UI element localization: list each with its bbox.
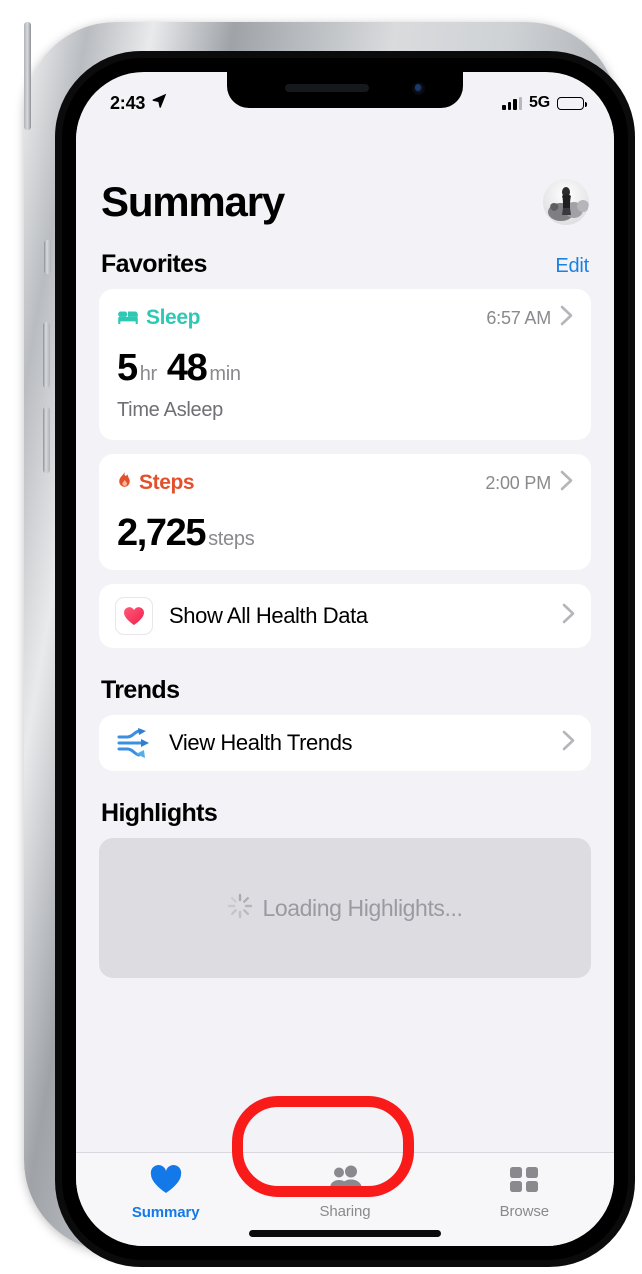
flame-icon	[117, 470, 132, 496]
value-unit: hr	[139, 363, 157, 385]
card-value: 5 hr 48 min	[117, 349, 573, 387]
card-category: Steps	[117, 470, 195, 496]
highlights-loading-placeholder: Loading Highlights...	[99, 838, 591, 978]
home-indicator[interactable]	[249, 1230, 441, 1237]
value-unit: steps	[208, 528, 255, 550]
edit-favorites-button[interactable]: Edit	[555, 255, 589, 278]
power-button[interactable]	[24, 22, 31, 130]
front-camera-icon	[412, 82, 425, 95]
highlights-title: Highlights	[101, 799, 218, 827]
card-header: Steps 2:00 PM	[117, 470, 573, 496]
earpiece-speaker-icon	[285, 84, 369, 92]
iphone-device-frame: 2:43 5G Summary Favorites Edit Sleep 6:5…	[24, 22, 635, 1267]
page-header: Summary	[99, 120, 591, 236]
card-category-label: Steps	[139, 471, 195, 494]
location-arrow-icon	[151, 92, 168, 114]
mute-switch-button[interactable]	[44, 240, 51, 274]
notch	[227, 72, 463, 108]
trends-arrows-icon	[115, 728, 153, 758]
trends-section-header: Trends	[99, 662, 591, 715]
card-header: Sleep 6:57 AM	[117, 305, 573, 331]
activity-spinner-icon	[227, 893, 253, 924]
card-category: Sleep	[117, 306, 200, 330]
card-subtitle: Time Asleep	[117, 399, 224, 421]
phone-screen: 2:43 5G Summary Favorites Edit Sleep 6:5…	[76, 72, 614, 1246]
status-bar-left: 2:43	[110, 92, 168, 114]
status-bar-time: 2:43	[110, 92, 146, 113]
two-people-icon	[328, 1165, 362, 1198]
value-number-2: 48	[166, 347, 208, 389]
summary-scroll-content[interactable]: Summary Favorites Edit Sleep 6:57 AM 5 h…	[76, 120, 614, 1152]
tab-label: Summary	[131, 1204, 200, 1221]
screenshot-stage: 2:43 5G Summary Favorites Edit Sleep 6:5…	[0, 0, 642, 1274]
volume-down-button[interactable]	[43, 407, 50, 473]
chevron-right-icon[interactable]	[560, 470, 573, 496]
chevron-right-icon[interactable]	[562, 730, 575, 756]
card-timestamp: 2:00 PM	[485, 472, 551, 493]
grid-icon	[509, 1165, 539, 1198]
favorites-section-header: Favorites Edit	[99, 236, 591, 289]
loading-text: Loading Highlights...	[262, 894, 463, 921]
card-category-label: Sleep	[146, 306, 201, 329]
page-title: Summary	[101, 178, 285, 225]
row-label: View Health Trends	[169, 730, 353, 755]
tab-sharing[interactable]: Sharing	[255, 1165, 434, 1220]
battery-icon	[557, 96, 587, 110]
chevron-right-icon[interactable]	[562, 603, 575, 629]
card-meta: 6:57 AM	[486, 305, 573, 331]
volume-up-button[interactable]	[43, 322, 50, 388]
tab-label: Sharing	[319, 1203, 371, 1220]
highlights-section-header: Highlights	[99, 785, 591, 838]
view-health-trends-row[interactable]: View Health Trends	[99, 715, 591, 771]
network-type-label: 5G	[529, 94, 550, 111]
show-all-health-data-row[interactable]: Show All Health Data	[99, 584, 591, 648]
chevron-right-icon[interactable]	[560, 305, 573, 331]
cellular-bars-icon	[502, 96, 523, 110]
value-number: 2,725	[117, 512, 206, 554]
card-value: 2,725 steps	[117, 514, 573, 552]
heart-icon	[150, 1165, 182, 1199]
favorite-card-steps[interactable]: Steps 2:00 PM 2,725 steps	[99, 454, 591, 570]
row-label: Show All Health Data	[169, 603, 368, 628]
status-bar-right: 5G	[502, 94, 587, 112]
tab-summary[interactable]: Summary	[76, 1165, 255, 1221]
favorite-card-sleep[interactable]: Sleep 6:57 AM 5 hr 48 min Time Asleep	[99, 289, 591, 440]
tab-browse[interactable]: Browse	[435, 1165, 614, 1220]
card-meta: 2:00 PM	[485, 470, 573, 496]
bed-icon	[117, 306, 139, 330]
tab-label: Browse	[499, 1203, 550, 1220]
health-heart-app-icon	[115, 597, 153, 635]
value-number: 5	[117, 347, 138, 389]
card-timestamp: 6:57 AM	[486, 307, 551, 328]
favorites-title: Favorites	[101, 250, 207, 278]
trends-title: Trends	[101, 676, 180, 704]
avatar[interactable]	[543, 179, 589, 225]
value-unit-2: min	[209, 363, 241, 385]
